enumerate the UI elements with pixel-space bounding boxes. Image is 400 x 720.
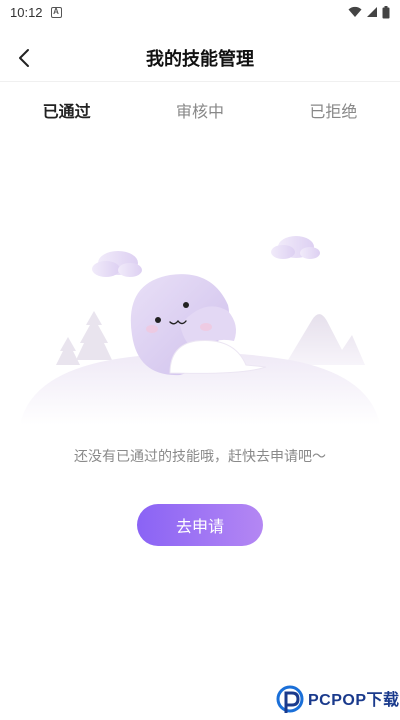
chevron-left-icon xyxy=(19,49,29,67)
empty-state-message: 还没有已通过的技能哦，赶快去申请吧～ xyxy=(74,449,326,465)
status-icons xyxy=(348,5,390,19)
battery-icon xyxy=(382,5,390,18)
wifi-icon xyxy=(348,6,362,17)
status-bar: 10:12 A xyxy=(0,0,400,24)
tab-rejected[interactable]: 已拒绝 xyxy=(267,90,400,130)
a-badge-icon: A xyxy=(50,6,62,18)
cloud-right-icon xyxy=(271,236,320,259)
page-title: 我的技能管理 xyxy=(146,48,254,70)
watermark-text: PCPOP下载 xyxy=(308,691,400,709)
tab-bar: 已通过 审核中 已拒绝 xyxy=(0,90,400,130)
signal-icon xyxy=(367,7,377,17)
tab-approved[interactable]: 已通过 xyxy=(0,90,133,130)
ghost-on-hill-illustration xyxy=(20,236,380,425)
trees-icon xyxy=(56,311,112,365)
nav-bar: 我的技能管理 xyxy=(0,34,400,82)
cloud-left-icon xyxy=(92,251,142,277)
back-button[interactable] xyxy=(10,44,38,72)
status-time: 10:12 xyxy=(10,4,43,20)
watermark: PCPOP下载 xyxy=(276,683,400,717)
tab-under-review[interactable]: 审核中 xyxy=(133,90,266,130)
pcpop-logo-icon xyxy=(276,685,304,713)
apply-button[interactable]: 去申请 xyxy=(137,504,263,546)
